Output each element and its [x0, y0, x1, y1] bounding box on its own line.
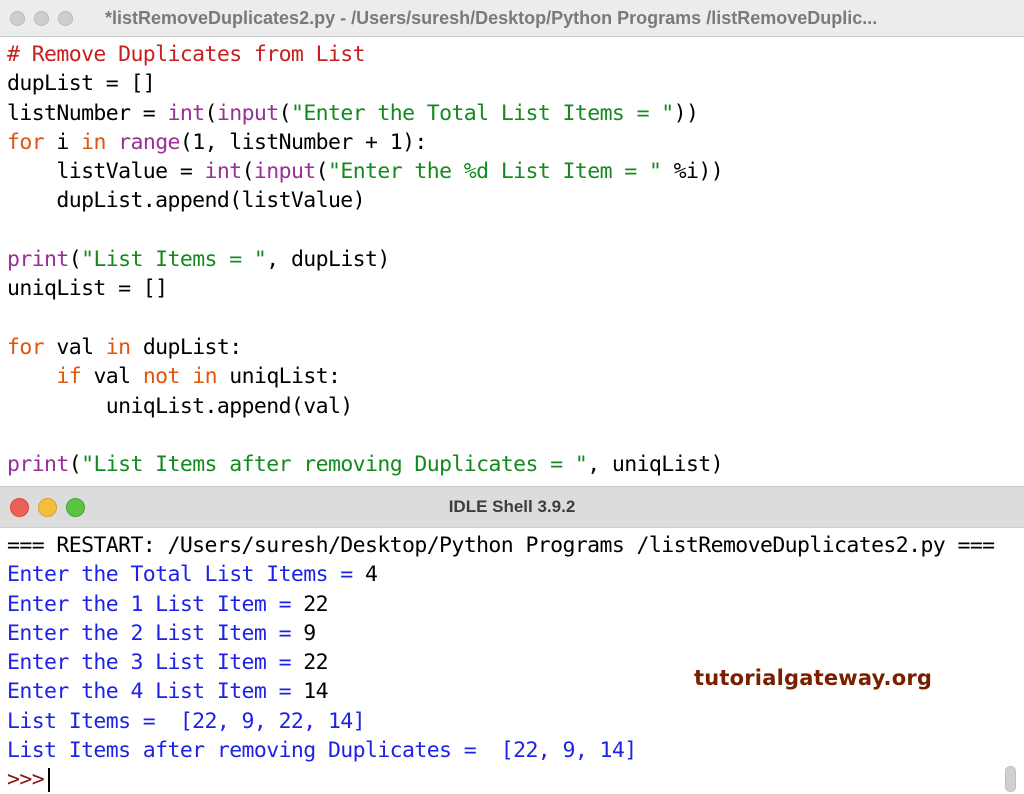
- output-line: List Items = [22, 9, 22, 14]: [7, 708, 366, 734]
- user-input: 22: [303, 591, 328, 617]
- builtin-token: print: [7, 247, 69, 273]
- code-token: dupList =: [7, 71, 131, 97]
- text-cursor: [48, 768, 51, 793]
- minimize-button[interactable]: [34, 10, 49, 26]
- restart-line: === RESTART: /Users/suresh/Desktop/Pytho…: [7, 533, 995, 558]
- keyword-token: in: [105, 334, 131, 360]
- output-text: Enter the 2 List Item =: [7, 620, 304, 646]
- code-token: (1, listNumber + 1):: [179, 129, 427, 155]
- code-token: i: [44, 129, 82, 155]
- builtin-token: int: [167, 100, 205, 126]
- code-token: uniqList.append(val): [7, 393, 353, 419]
- watermark: tutorialgateway.org: [694, 666, 933, 690]
- user-input: 22: [303, 650, 328, 676]
- output-line: List Items after removing Duplicates = […: [7, 738, 637, 763]
- output-line: Enter the 2 List Item = 9: [7, 621, 316, 646]
- shell-output[interactable]: === RESTART: /Users/suresh/Desktop/Pytho…: [0, 527, 1024, 794]
- code-line: dupList = []: [7, 71, 156, 97]
- code-token: val: [81, 364, 143, 390]
- code-token: listNumber =: [7, 100, 168, 126]
- code-token: , dupList): [266, 247, 390, 273]
- keyword-token: for: [7, 334, 45, 360]
- output-text: Enter the 4 List Item =: [7, 679, 304, 705]
- code-line: print("List Items after removing Duplica…: [7, 452, 724, 478]
- builtin-token: input: [216, 100, 279, 126]
- code-token: val: [44, 334, 106, 360]
- user-input: 14: [303, 679, 328, 705]
- close-button[interactable]: [10, 10, 25, 26]
- shell-titlebar: IDLE Shell 3.9.2: [0, 486, 1024, 528]
- code-line: print("List Items = ", dupList): [7, 247, 390, 272]
- string-token: "List Items after removing Duplicates = …: [81, 452, 588, 478]
- code-token: %i)): [661, 159, 724, 185]
- string-token: "Enter the %d List Item = ": [328, 159, 662, 185]
- keyword-token: in: [192, 364, 217, 390]
- code-line: uniqList.append(val): [7, 394, 353, 419]
- builtin-token: range: [118, 129, 180, 155]
- output-text: List Items = [22, 9, 22, 14]: [7, 708, 366, 734]
- shell-window-title: IDLE Shell 3.9.2: [448, 497, 576, 516]
- code-line: # Remove Duplicates from List: [7, 42, 366, 67]
- code-token: (: [68, 247, 82, 273]
- output-text: Enter the 3 List Item =: [7, 650, 304, 676]
- code-token: dupList.append(listValue): [7, 188, 365, 214]
- shell-text[interactable]: === RESTART: /Users/suresh/Desktop/Pytho…: [0, 527, 1024, 794]
- output-line: Enter the Total List Items = 4: [7, 562, 378, 588]
- code-line: for val in dupList:: [7, 335, 242, 360]
- code-token: )): [673, 100, 699, 126]
- builtin-token: print: [7, 452, 69, 478]
- code-token: (: [68, 452, 82, 478]
- code-token: (: [315, 159, 329, 185]
- output-line: Enter the 4 List Item = 14: [7, 679, 329, 705]
- code-line: dupList.append(listValue): [7, 188, 365, 213]
- keyword-token: if: [56, 364, 82, 390]
- string-token: "List Items = ": [81, 247, 267, 273]
- keyword-token: in: [81, 129, 106, 155]
- prompt-line[interactable]: >>>: [7, 767, 51, 793]
- output-text: Enter the 1 List Item =: [7, 591, 304, 617]
- string-token: "Enter the Total List Items = ": [290, 100, 674, 126]
- code-line: listNumber = int(input("Enter the Total …: [7, 100, 699, 126]
- builtin-token: input: [253, 159, 316, 185]
- builtin-token: int: [204, 159, 243, 185]
- code-editor[interactable]: # Remove Duplicates from List dupList = …: [0, 37, 1024, 486]
- shell-prompt: >>>: [7, 767, 45, 793]
- code-line: if val not in uniqList:: [7, 364, 341, 390]
- output-line: Enter the 3 List Item = 22: [7, 650, 329, 676]
- zoom-button[interactable]: [58, 10, 73, 26]
- code-text[interactable]: # Remove Duplicates from List dupList = …: [0, 37, 1024, 479]
- code-token: (: [278, 100, 292, 126]
- code-token: (: [241, 159, 255, 185]
- code-token: , uniqList): [587, 452, 723, 478]
- code-line: uniqList = []: [7, 276, 168, 301]
- code-token: uniqList:: [216, 364, 341, 390]
- user-input: 9: [303, 620, 316, 646]
- code-token: dupList:: [130, 334, 242, 360]
- output-text: List Items after removing Duplicates = […: [7, 738, 637, 764]
- keyword-token: for: [7, 129, 45, 155]
- code-token: []: [142, 276, 168, 302]
- code-line: for i in range(1, listNumber + 1):: [7, 130, 427, 155]
- window-controls[interactable]: [10, 0, 73, 36]
- code-token: uniqList =: [7, 276, 143, 302]
- code-line: listValue = int(input("Enter the %d List…: [7, 159, 723, 184]
- keyword-token: not: [142, 364, 181, 390]
- comment: # Remove Duplicates from List: [7, 42, 366, 67]
- output-text: Enter the Total List Items =: [7, 562, 365, 588]
- user-input: 4: [364, 562, 378, 588]
- code-token: listValue =: [7, 159, 205, 185]
- code-token: (: [204, 100, 218, 126]
- editor-titlebar: *listRemoveDuplicates2.py - /Users/sures…: [0, 0, 1024, 37]
- code-token: []: [130, 71, 156, 97]
- editor-window-title: *listRemoveDuplicates2.py - /Users/sures…: [105, 7, 878, 28]
- scrollbar-thumb[interactable]: [1005, 766, 1016, 792]
- output-line: Enter the 1 List Item = 22: [7, 591, 329, 617]
